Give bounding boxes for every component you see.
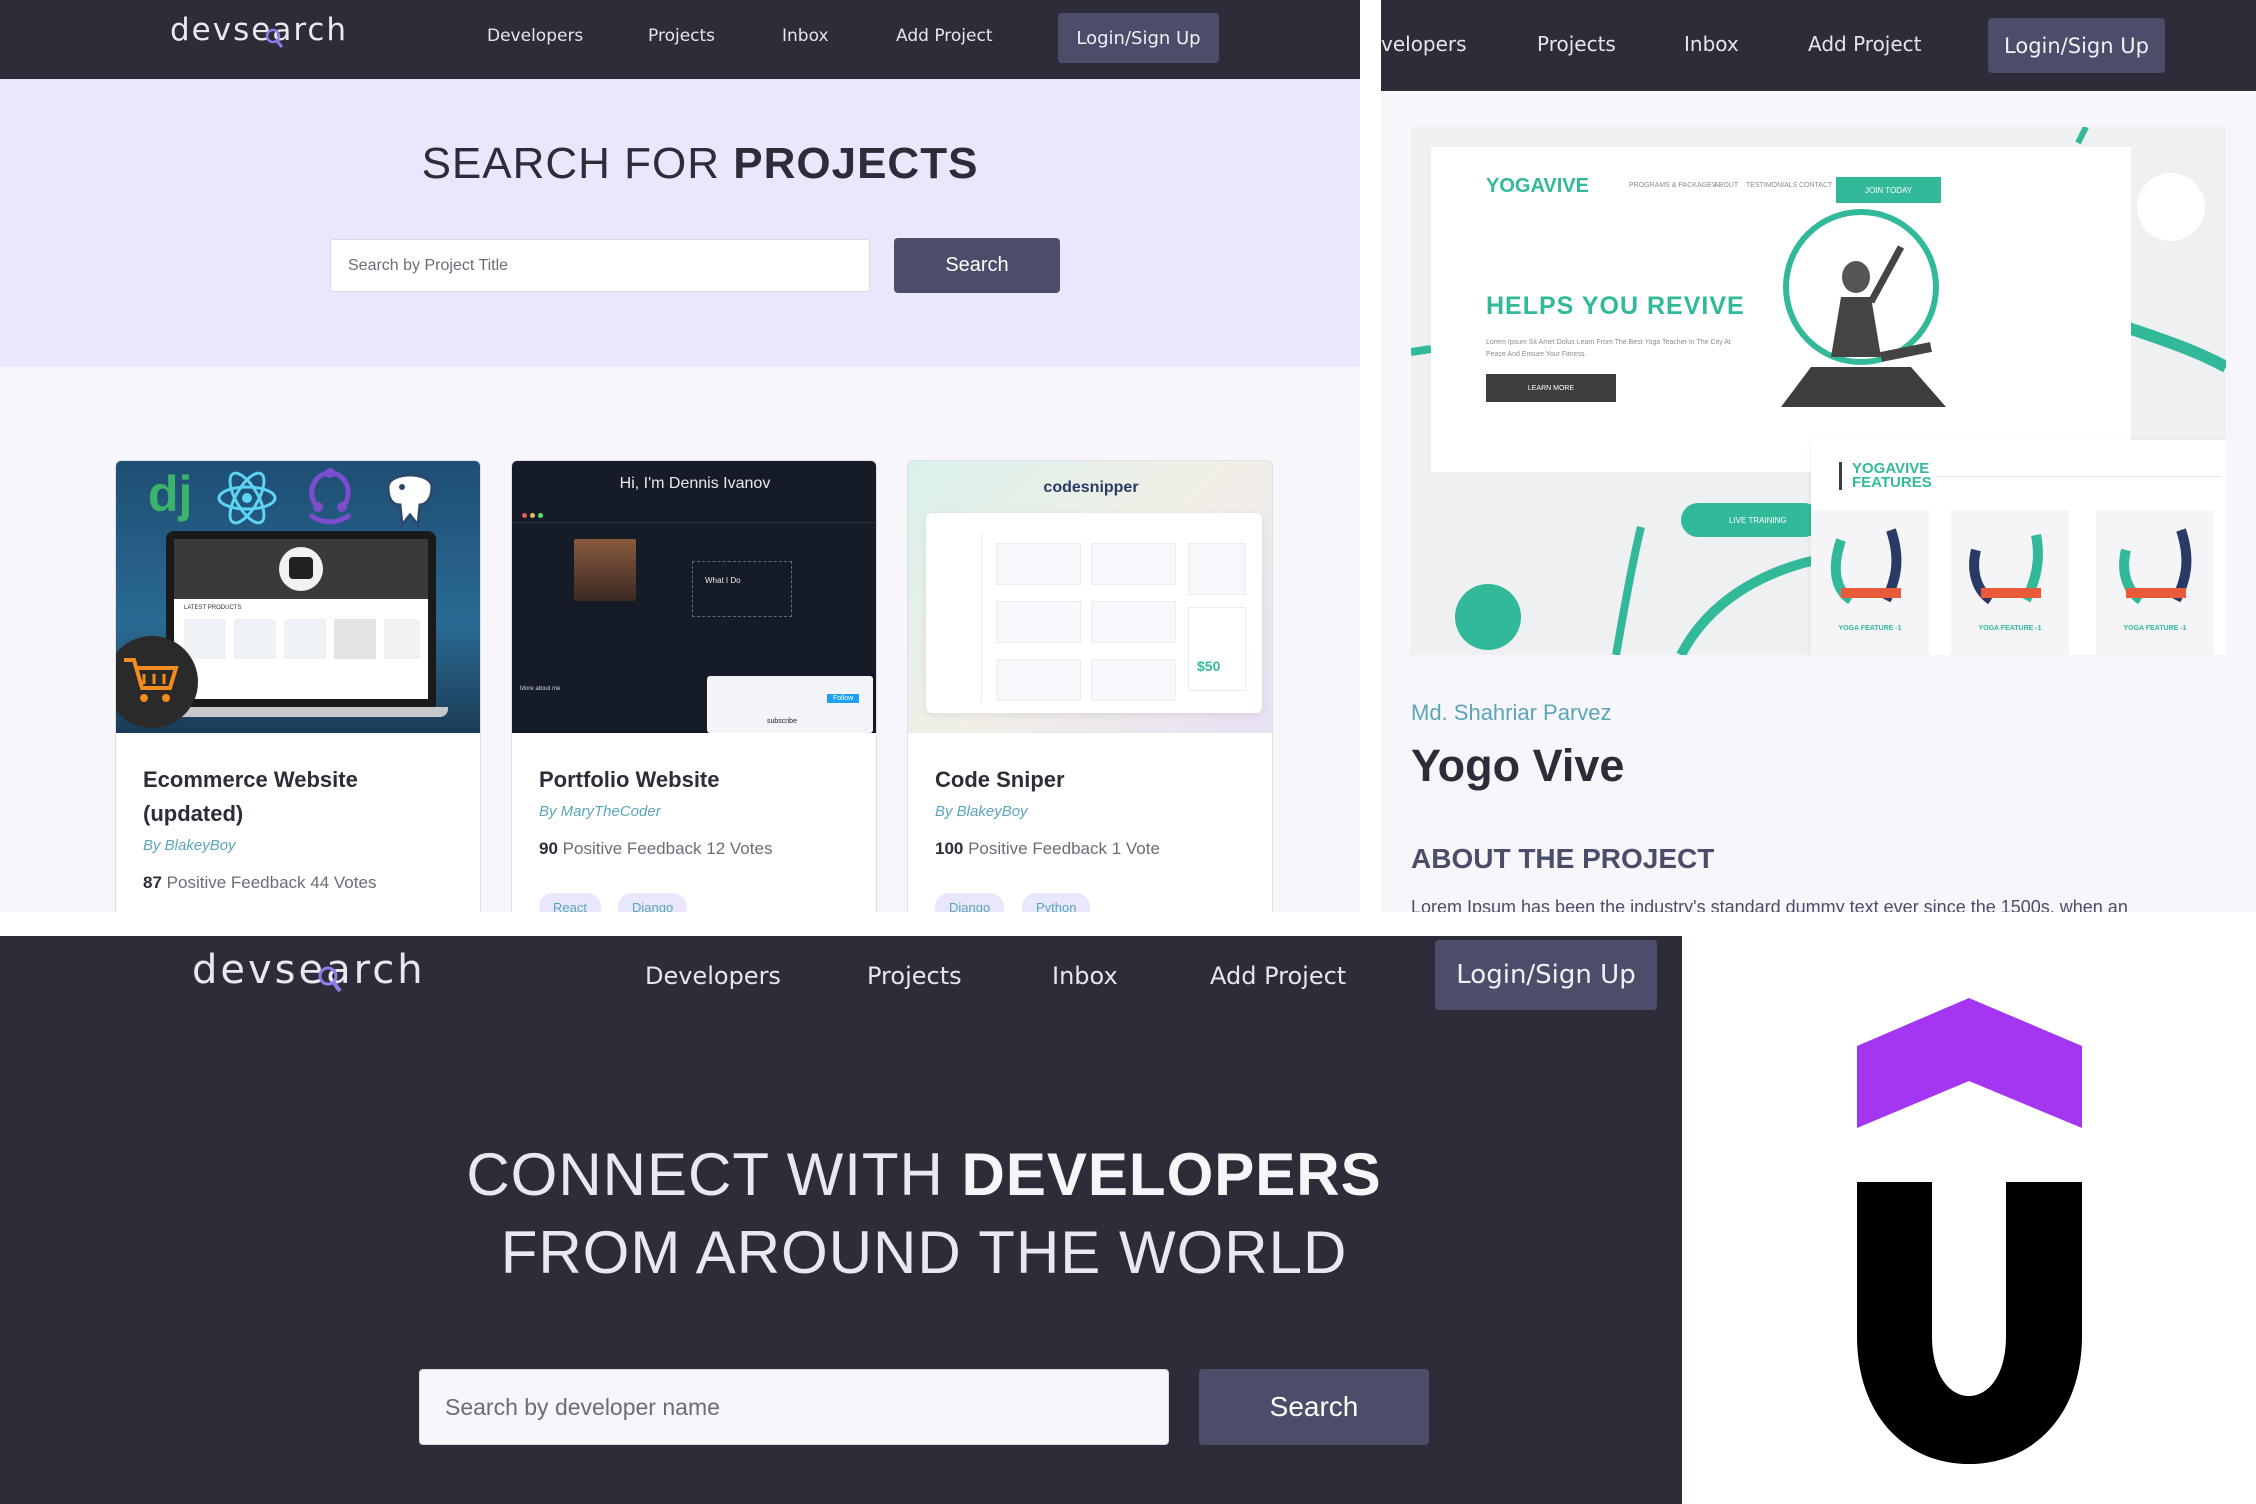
search-placeholder: Search by Project Title — [348, 256, 509, 274]
nav-inbox[interactable]: Inbox — [1684, 32, 1739, 56]
yogavive-logo: YOGAVIVE — [1486, 175, 1589, 197]
login-signup-button[interactable]: Login/Sign Up — [1058, 13, 1219, 63]
project-thumbnail[interactable]: dj LATEST PRODUCTS — [116, 461, 480, 733]
search-button[interactable]: Search — [1199, 1369, 1429, 1445]
django-icon: dj — [148, 466, 193, 522]
subscribe-label: subscribe — [767, 718, 797, 725]
redux-icon — [308, 468, 352, 525]
project-feedback: 87 Positive Feedback 44 Votes — [143, 873, 377, 892]
project-search-input[interactable]: Search by Project Title — [330, 239, 870, 292]
tag-chip[interactable]: Python — [1022, 893, 1091, 912]
join-today-button: JOIN TODAY — [1836, 177, 1941, 203]
tag-chip[interactable]: React — [539, 893, 601, 912]
project-preview-image: YOGAVIVE PROGRAMS & PACKAGES ABOUT TESTI… — [1411, 127, 2226, 655]
features-section: YOGAVIVE FEATURES YOGA FEATURE -1 YOGA FE… — [1811, 440, 2226, 655]
nav-developers[interactable]: Developers — [487, 26, 583, 46]
logo-text: devsearch — [192, 947, 426, 993]
search-magnifier-icon — [265, 28, 284, 48]
nav-projects[interactable]: Projects — [648, 26, 715, 46]
about-project-text: Lorem Ipsum has been the industry's stan… — [1411, 897, 2128, 912]
yoga-menu-item: PROGRAMS & PACKAGES — [1629, 182, 1717, 189]
yoga-feature-illustration — [2119, 528, 2192, 605]
project-feedback: 100 Positive Feedback 1 Vote — [935, 839, 1160, 858]
developers-hero-title: CONNECT WITH DEVELOPERS FROM AROUND THE … — [466, 1141, 1382, 1286]
thumb-heading: Hi, I'm Dennis Ivanov — [619, 475, 771, 492]
projects-hero: SEARCH FOR PROJECTS Search by Project Ti… — [0, 79, 1360, 367]
login-signup-button[interactable]: Login/Sign Up — [1435, 940, 1657, 1010]
login-signup-button[interactable]: Login/Sign Up — [1988, 18, 2165, 73]
developer-search-input[interactable]: Search by developer name — [419, 1369, 1169, 1445]
nav-projects[interactable]: Projects — [867, 962, 962, 990]
postgresql-icon — [386, 473, 434, 529]
yoga-pose-illustration — [1781, 209, 1946, 407]
laptop-illustration: LATEST PRODUCTS — [154, 531, 448, 721]
nav-inbox[interactable]: Inbox — [782, 26, 829, 46]
app-window: $50 — [926, 513, 1262, 713]
yoga-feature-illustration — [1830, 528, 1902, 605]
project-feedback: 90 Positive Feedback 12 Votes — [539, 839, 773, 858]
search-magnifier-icon — [318, 966, 342, 993]
tag-chip[interactable]: Django — [618, 893, 688, 912]
more-about-me: More about me — [520, 686, 561, 692]
hero-title: SEARCH FOR PROJECTS — [421, 139, 979, 188]
nav-developers[interactable]: Developers — [645, 962, 781, 990]
project-card[interactable]: dj LATEST PRODUCTS Ecommerce Website (up… — [115, 460, 481, 912]
project-card[interactable]: Hi, I'm Dennis Ivanov What I Do More abo… — [511, 460, 877, 912]
logo-text: devsearch — [170, 12, 349, 48]
udemy-logo-icon — [1857, 998, 2082, 1464]
search-placeholder: Search by developer name — [445, 1393, 720, 1420]
shopping-cart-icon — [124, 658, 179, 702]
learn-more-button: LEARN MORE — [1486, 374, 1616, 402]
top-navbar: velopers Projects Inbox Add Project Logi… — [1381, 0, 2256, 91]
tag-chip[interactable]: Django — [935, 893, 1005, 912]
thumb-brand: codesnipper — [1043, 479, 1139, 496]
developers-page-panel: devsearch Developers Projects Inbox Add … — [0, 936, 1682, 1504]
yoga-menu-item: ABOUT — [1714, 182, 1739, 189]
latest-products-label: LATEST PRODUCTS — [184, 605, 242, 611]
devsearch-logo[interactable]: devsearch — [192, 947, 426, 993]
follow-badge: Follow — [827, 694, 860, 703]
yoga-menu-item: CONTACT — [1799, 182, 1833, 189]
avatar — [574, 539, 636, 601]
projects-page-panel: devsearch Developers Projects Inbox Add … — [0, 0, 1360, 912]
project-title: Yogo Vive — [1411, 740, 1625, 791]
yoga-landing-mock: YOGAVIVE PROGRAMS & PACKAGES ABOUT TESTI… — [1431, 147, 2131, 472]
project-title[interactable]: Ecommerce Website (updated) — [143, 763, 453, 831]
project-title[interactable]: Portfolio Website — [539, 763, 849, 797]
nav-inbox[interactable]: Inbox — [1052, 962, 1118, 990]
project-author[interactable]: By MaryTheCoder — [539, 803, 661, 820]
project-owner[interactable]: Md. Shahriar Parvez — [1411, 700, 1612, 726]
project-author[interactable]: By BlakeyBoy — [935, 803, 1028, 820]
yoga-feature-illustration — [1969, 534, 2043, 605]
nav-add-project[interactable]: Add Project — [1210, 962, 1346, 990]
yoga-subtext: Lorem Ipsum Sit Amet Dolus Learn From Th… — [1486, 339, 1731, 358]
feature-card: YOGA FEATURE -1 — [1951, 510, 2069, 655]
search-button[interactable]: Search — [894, 238, 1060, 293]
project-thumbnail[interactable]: codesnipper $50 — [908, 461, 1272, 733]
project-thumbnail[interactable]: Hi, I'm Dennis Ivanov What I Do More abo… — [512, 461, 876, 733]
project-author[interactable]: By BlakeyBoy — [143, 837, 236, 854]
yoga-headline: HELPS YOU REVIVE — [1486, 292, 1745, 320]
price-label: $50 — [1197, 658, 1221, 674]
nav-add-project[interactable]: Add Project — [896, 26, 992, 46]
what-i-do-box: What I Do — [692, 561, 792, 617]
feature-card: YOGA FEATURE -1 — [2096, 510, 2214, 655]
features-title: YOGAVIVE FEATURES — [1839, 461, 1932, 490]
react-icon — [217, 471, 277, 525]
live-training-pill: LIVE TRAINING — [1681, 503, 1821, 537]
project-card[interactable]: codesnipper $50 Code Sniper By BlakeyBoy… — [907, 460, 1273, 912]
devsearch-logo[interactable]: devsearch — [170, 12, 348, 48]
about-project-heading: ABOUT THE PROJECT — [1411, 843, 1715, 874]
project-title[interactable]: Code Sniper — [935, 763, 1245, 797]
nav-projects[interactable]: Projects — [1537, 32, 1616, 56]
top-navbar: devsearch Developers Projects Inbox Add … — [0, 0, 1360, 79]
nav-developers[interactable]: velopers — [1381, 32, 1467, 56]
logo-panel — [1682, 936, 2256, 1504]
project-detail-panel: velopers Projects Inbox Add Project Logi… — [1381, 0, 2256, 912]
yoga-menu-item: TESTIMONIALS — [1746, 182, 1798, 189]
nav-add-project[interactable]: Add Project — [1808, 32, 1922, 56]
feature-card: YOGA FEATURE -1 — [1811, 510, 1929, 655]
